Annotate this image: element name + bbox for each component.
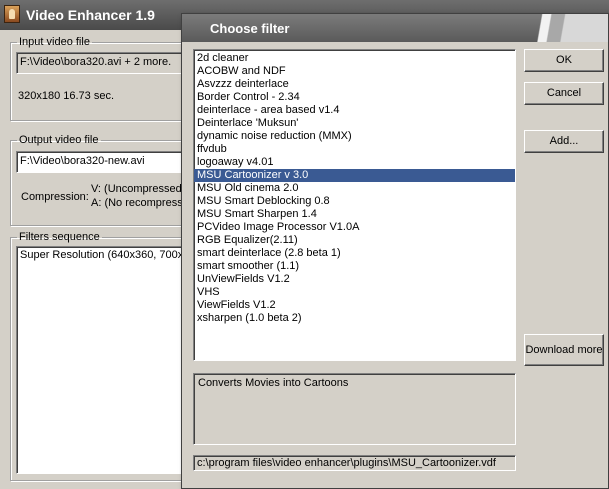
- filter-list-item[interactable]: MSU Cartoonizer v 3.0: [194, 169, 515, 182]
- filter-list-item[interactable]: logoaway v4.01: [194, 156, 515, 169]
- filter-list-item[interactable]: Border Control - 2.34: [194, 91, 515, 104]
- choose-filter-dialog: Choose filter 2d cleaner ACOBW and NDF Asv…: [181, 13, 609, 489]
- title-swoosh-decoration: [498, 14, 608, 42]
- filter-list-item[interactable]: MSU Smart Deblocking 0.8: [194, 195, 515, 208]
- filter-list-item[interactable]: PCVideo Image Processor V1.0A: [194, 221, 515, 234]
- download-more-button[interactable]: Download more: [524, 334, 604, 366]
- filter-list-item[interactable]: ACOBW and NDF: [194, 65, 515, 78]
- output-file-field[interactable]: F:\Video\bora320-new.avi: [16, 151, 206, 173]
- input-video-legend: Input video file: [19, 36, 90, 48]
- filter-list[interactable]: 2d cleaner ACOBW and NDF Asvzzz deinterlac…: [193, 49, 516, 361]
- cancel-button[interactable]: Cancel: [524, 82, 604, 105]
- filter-list-item[interactable]: smart smoother (1.1): [194, 260, 515, 273]
- filter-list-item[interactable]: UnViewFields V1.2: [194, 273, 515, 286]
- filter-list-item[interactable]: 2d cleaner: [194, 52, 515, 65]
- filter-list-item[interactable]: Asvzzz deinterlace: [194, 78, 515, 91]
- filter-list-item[interactable]: VHS: [194, 286, 515, 299]
- dialog-title: Choose filter: [210, 21, 290, 36]
- dialog-title-bar[interactable]: Choose filter: [182, 14, 608, 42]
- app-icon: [4, 5, 20, 23]
- filter-list-item[interactable]: ViewFields V1.2: [194, 299, 515, 312]
- compression-label: Compression:: [21, 191, 89, 203]
- filter-list-item[interactable]: deinterlace - area based v1.4: [194, 104, 515, 117]
- filter-list-item[interactable]: ffvdub: [194, 143, 515, 156]
- ok-button[interactable]: OK: [524, 49, 604, 72]
- filters-sequence-legend: Filters sequence: [19, 231, 100, 243]
- filter-path: c:\program files\video enhancer\plugins\…: [193, 455, 516, 471]
- filter-description: Converts Movies into Cartoons: [193, 373, 516, 445]
- filter-list-item[interactable]: Deinterlace 'Muksun': [194, 117, 515, 130]
- input-video-group: Input video file: [10, 36, 210, 121]
- output-video-group: Output video file: [10, 134, 210, 226]
- filter-list-item[interactable]: RGB Equalizer(2.11): [194, 234, 515, 247]
- filter-list-item[interactable]: dynamic noise reduction (MMX): [194, 130, 515, 143]
- compression-audio: A: (No recompressi: [91, 197, 186, 209]
- filter-list-item[interactable]: MSU Smart Sharpen 1.4: [194, 208, 515, 221]
- filters-sequence-item[interactable]: Super Resolution (640x360, 700x3: [20, 249, 202, 261]
- filters-sequence-list[interactable]: Super Resolution (640x360, 700x3: [16, 246, 206, 474]
- input-file-field[interactable]: F:\Video\bora320.avi + 2 more.: [16, 52, 206, 74]
- filter-list-item[interactable]: MSU Old cinema 2.0: [194, 182, 515, 195]
- compression-video: V: (Uncompressed: [91, 183, 182, 195]
- main-window-title: Video Enhancer 1.9: [26, 7, 155, 23]
- input-file-info: 320x180 16.73 sec.: [18, 90, 115, 102]
- filter-list-item[interactable]: smart deinterlace (2.8 beta 1): [194, 247, 515, 260]
- filter-list-item[interactable]: xsharpen (1.0 beta 2): [194, 312, 515, 325]
- add-button[interactable]: Add...: [524, 130, 604, 153]
- output-video-legend: Output video file: [19, 134, 99, 146]
